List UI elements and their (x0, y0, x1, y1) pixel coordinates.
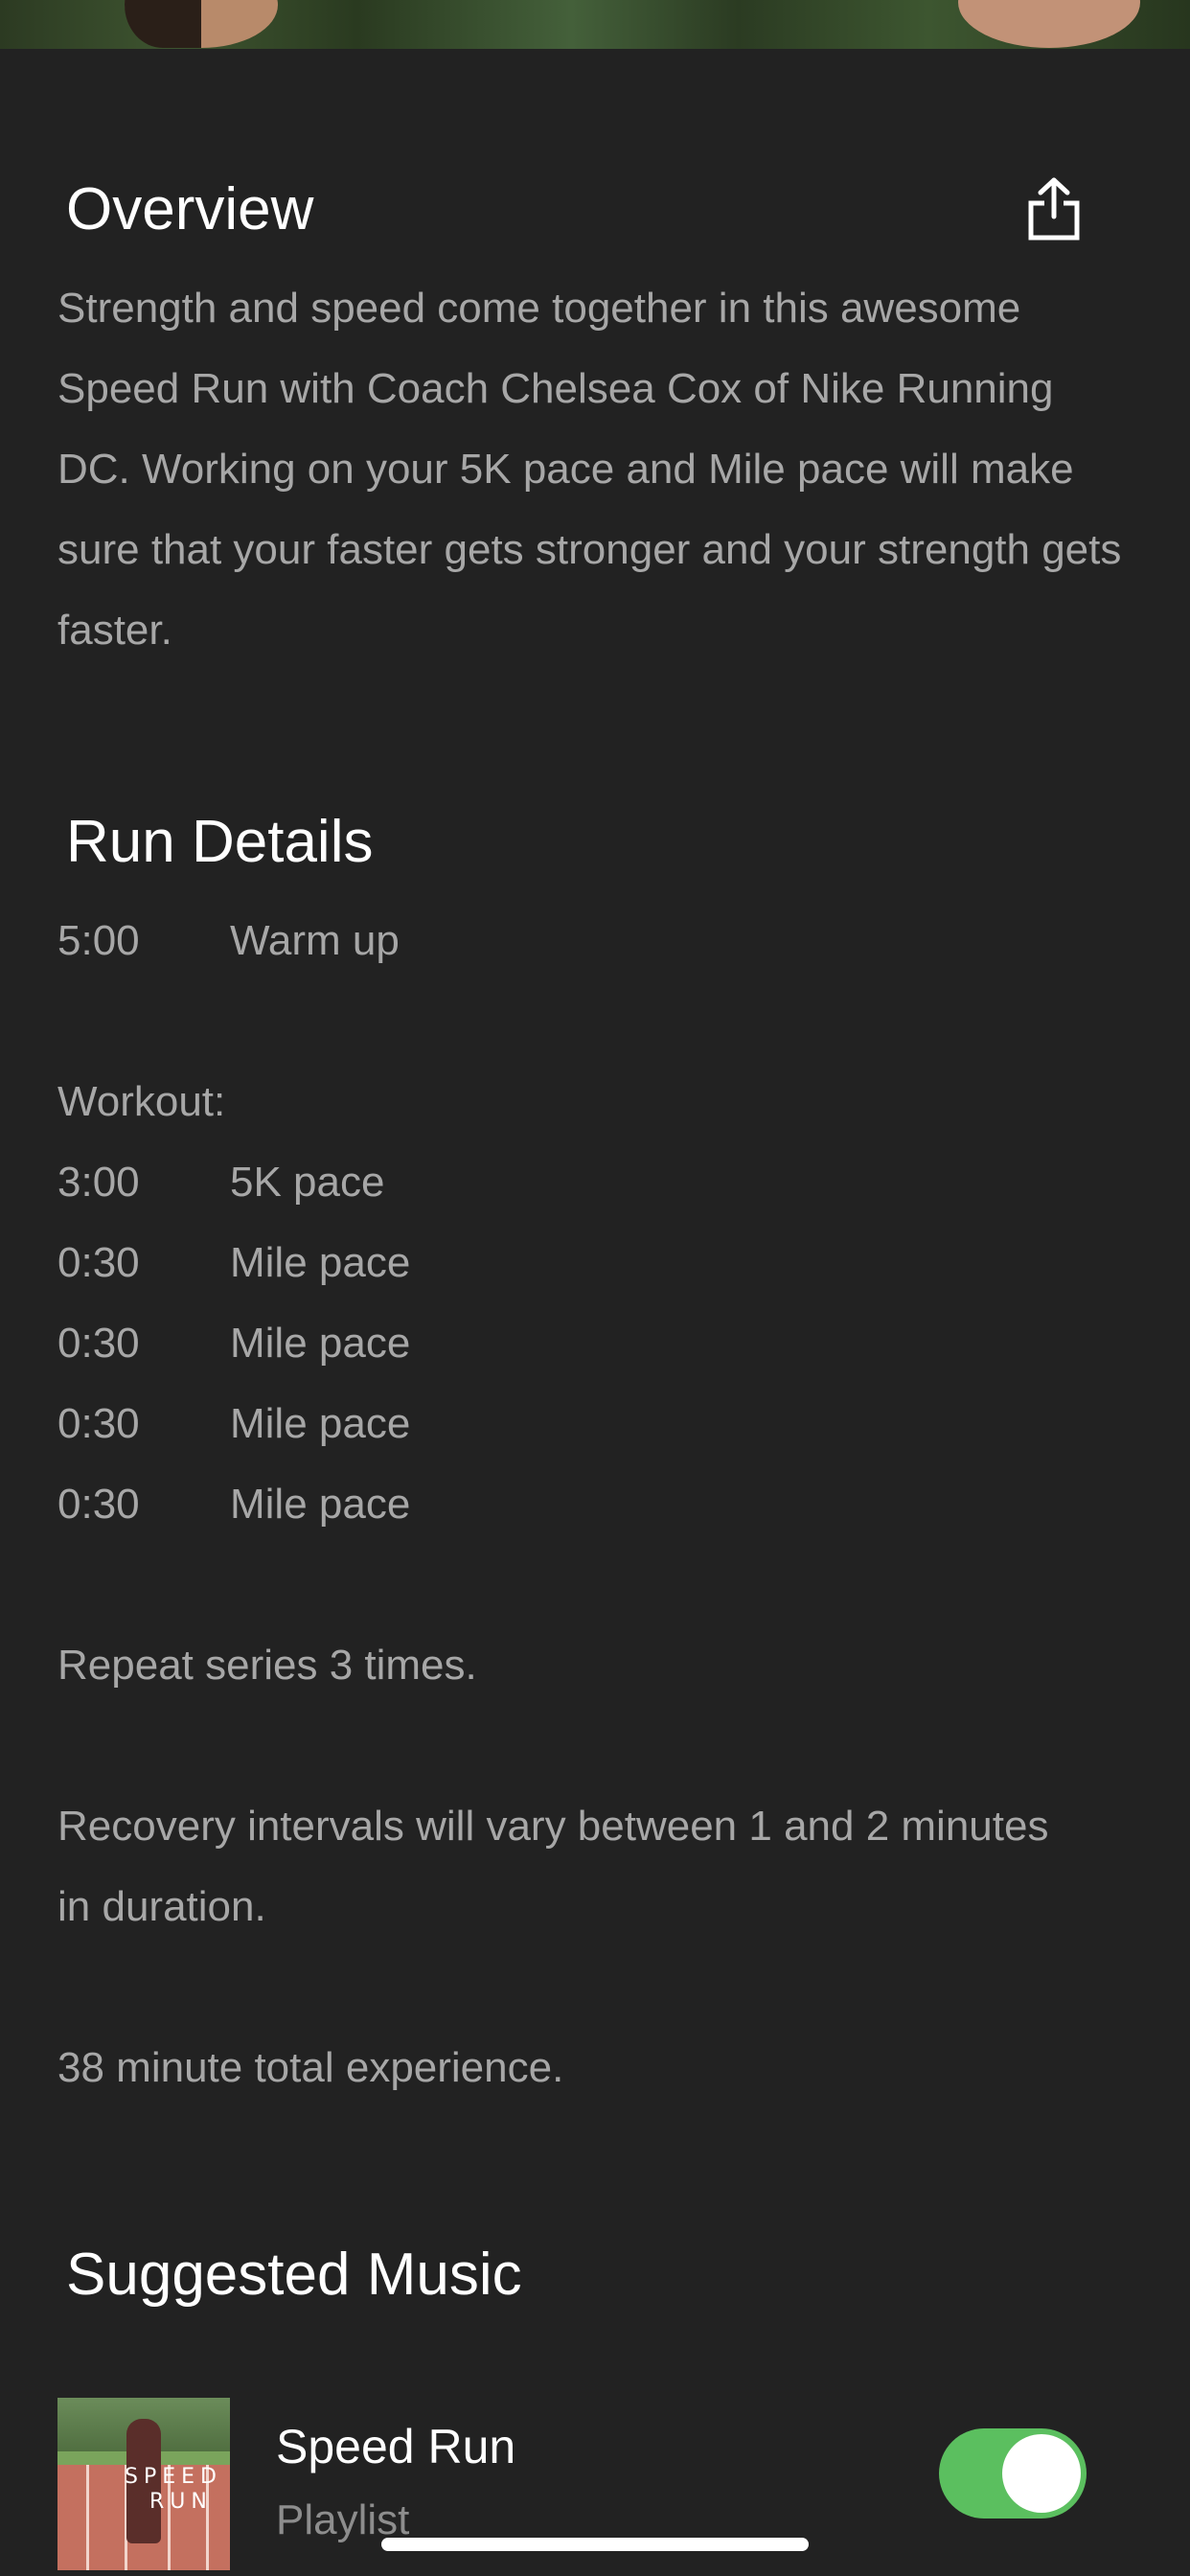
interval-row: 0:30 Mile pace (57, 1223, 410, 1303)
warmup-time: 5:00 (57, 917, 140, 964)
interval-time: 3:00 (57, 1159, 140, 1206)
interval-label: Mile pace (230, 1320, 411, 1367)
repeat-note: Repeat series 3 times. (57, 1642, 477, 1689)
hero-figure-right (958, 0, 1140, 48)
hero-image (0, 0, 1190, 49)
total-note: 38 minute total experience. (57, 2044, 564, 2091)
toggle-knob (1002, 2434, 1081, 2513)
interval-label: 5K pace (230, 1159, 385, 1206)
interval-row: 3:00 5K pace (57, 1142, 384, 1223)
playlist-artwork: SPEED RUN (57, 2398, 230, 2570)
interval-row: 0:30 Mile pace (57, 1303, 410, 1384)
interval-time: 0:30 (57, 1239, 140, 1286)
suggested-music-title: Suggested Music (66, 2242, 522, 2308)
interval-label: Mile pace (230, 1400, 411, 1447)
interval-row: 0:30 Mile pace (57, 1464, 410, 1545)
playlist-name: Speed Run (276, 2420, 516, 2473)
overview-title: Overview (66, 176, 314, 242)
workout-label: Workout: (57, 1078, 226, 1125)
share-icon (1028, 177, 1080, 241)
playlist-type: Playlist (276, 2496, 410, 2543)
playlist-toggle[interactable] (939, 2428, 1087, 2518)
hero-figure-left (125, 0, 278, 48)
interval-time: 0:30 (57, 1320, 140, 1367)
run-details-title: Run Details (66, 809, 374, 875)
share-button[interactable] (1025, 176, 1083, 242)
artwork-text: SPEED RUN (125, 2465, 222, 2514)
recovery-note: Recovery intervals will vary between 1 a… (57, 1803, 1049, 1930)
interval-label: Mile pace (230, 1481, 411, 1528)
interval-time: 0:30 (57, 1481, 140, 1528)
overview-description: Strength and speed come together in this… (57, 285, 1122, 654)
interval-label: Mile pace (230, 1239, 411, 1286)
warmup-label: Warm up (230, 917, 400, 964)
home-indicator[interactable] (381, 2538, 809, 2551)
interval-row: 0:30 Mile pace (57, 1384, 410, 1464)
interval-time: 0:30 (57, 1400, 140, 1447)
warmup-line: 5:00 Warm up (57, 901, 400, 981)
